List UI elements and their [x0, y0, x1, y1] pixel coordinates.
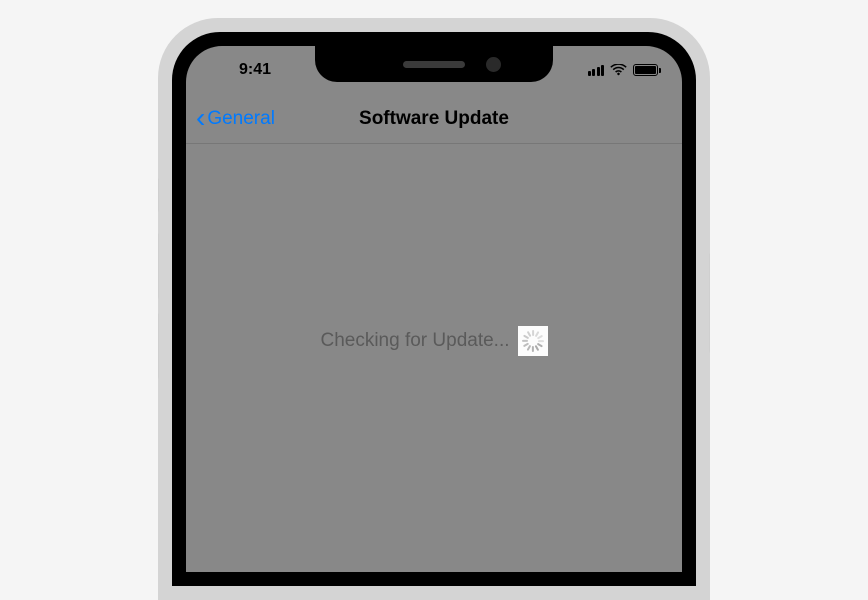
- phone-bezel: 9:41 ‹: [172, 32, 696, 586]
- back-button[interactable]: ‹ General: [196, 106, 275, 132]
- status-time: 9:41: [210, 61, 300, 79]
- status-bar: 9:41: [186, 46, 682, 94]
- phone-frame: 9:41 ‹: [158, 18, 710, 600]
- checking-status-text: Checking for Update...: [320, 330, 509, 352]
- side-button-volume-up: [158, 233, 159, 299]
- loading-spinner-icon: [522, 330, 544, 352]
- battery-icon: [633, 64, 658, 76]
- screen: 9:41 ‹: [186, 46, 682, 572]
- page-title: Software Update: [359, 108, 509, 130]
- status-icons: [568, 64, 658, 76]
- nav-bar: ‹ General Software Update: [186, 94, 682, 144]
- side-button-volume-down: [158, 313, 159, 379]
- content-area: Checking for Update...: [186, 148, 682, 572]
- cellular-signal-icon: [588, 65, 605, 76]
- loading-spinner-box: [518, 326, 548, 356]
- back-button-label: General: [207, 108, 275, 130]
- side-button-power: [709, 253, 710, 353]
- side-button-silence: [158, 178, 159, 212]
- chevron-left-icon: ‹: [196, 104, 205, 132]
- checking-status-row: Checking for Update...: [320, 326, 547, 356]
- wifi-icon: [610, 64, 627, 76]
